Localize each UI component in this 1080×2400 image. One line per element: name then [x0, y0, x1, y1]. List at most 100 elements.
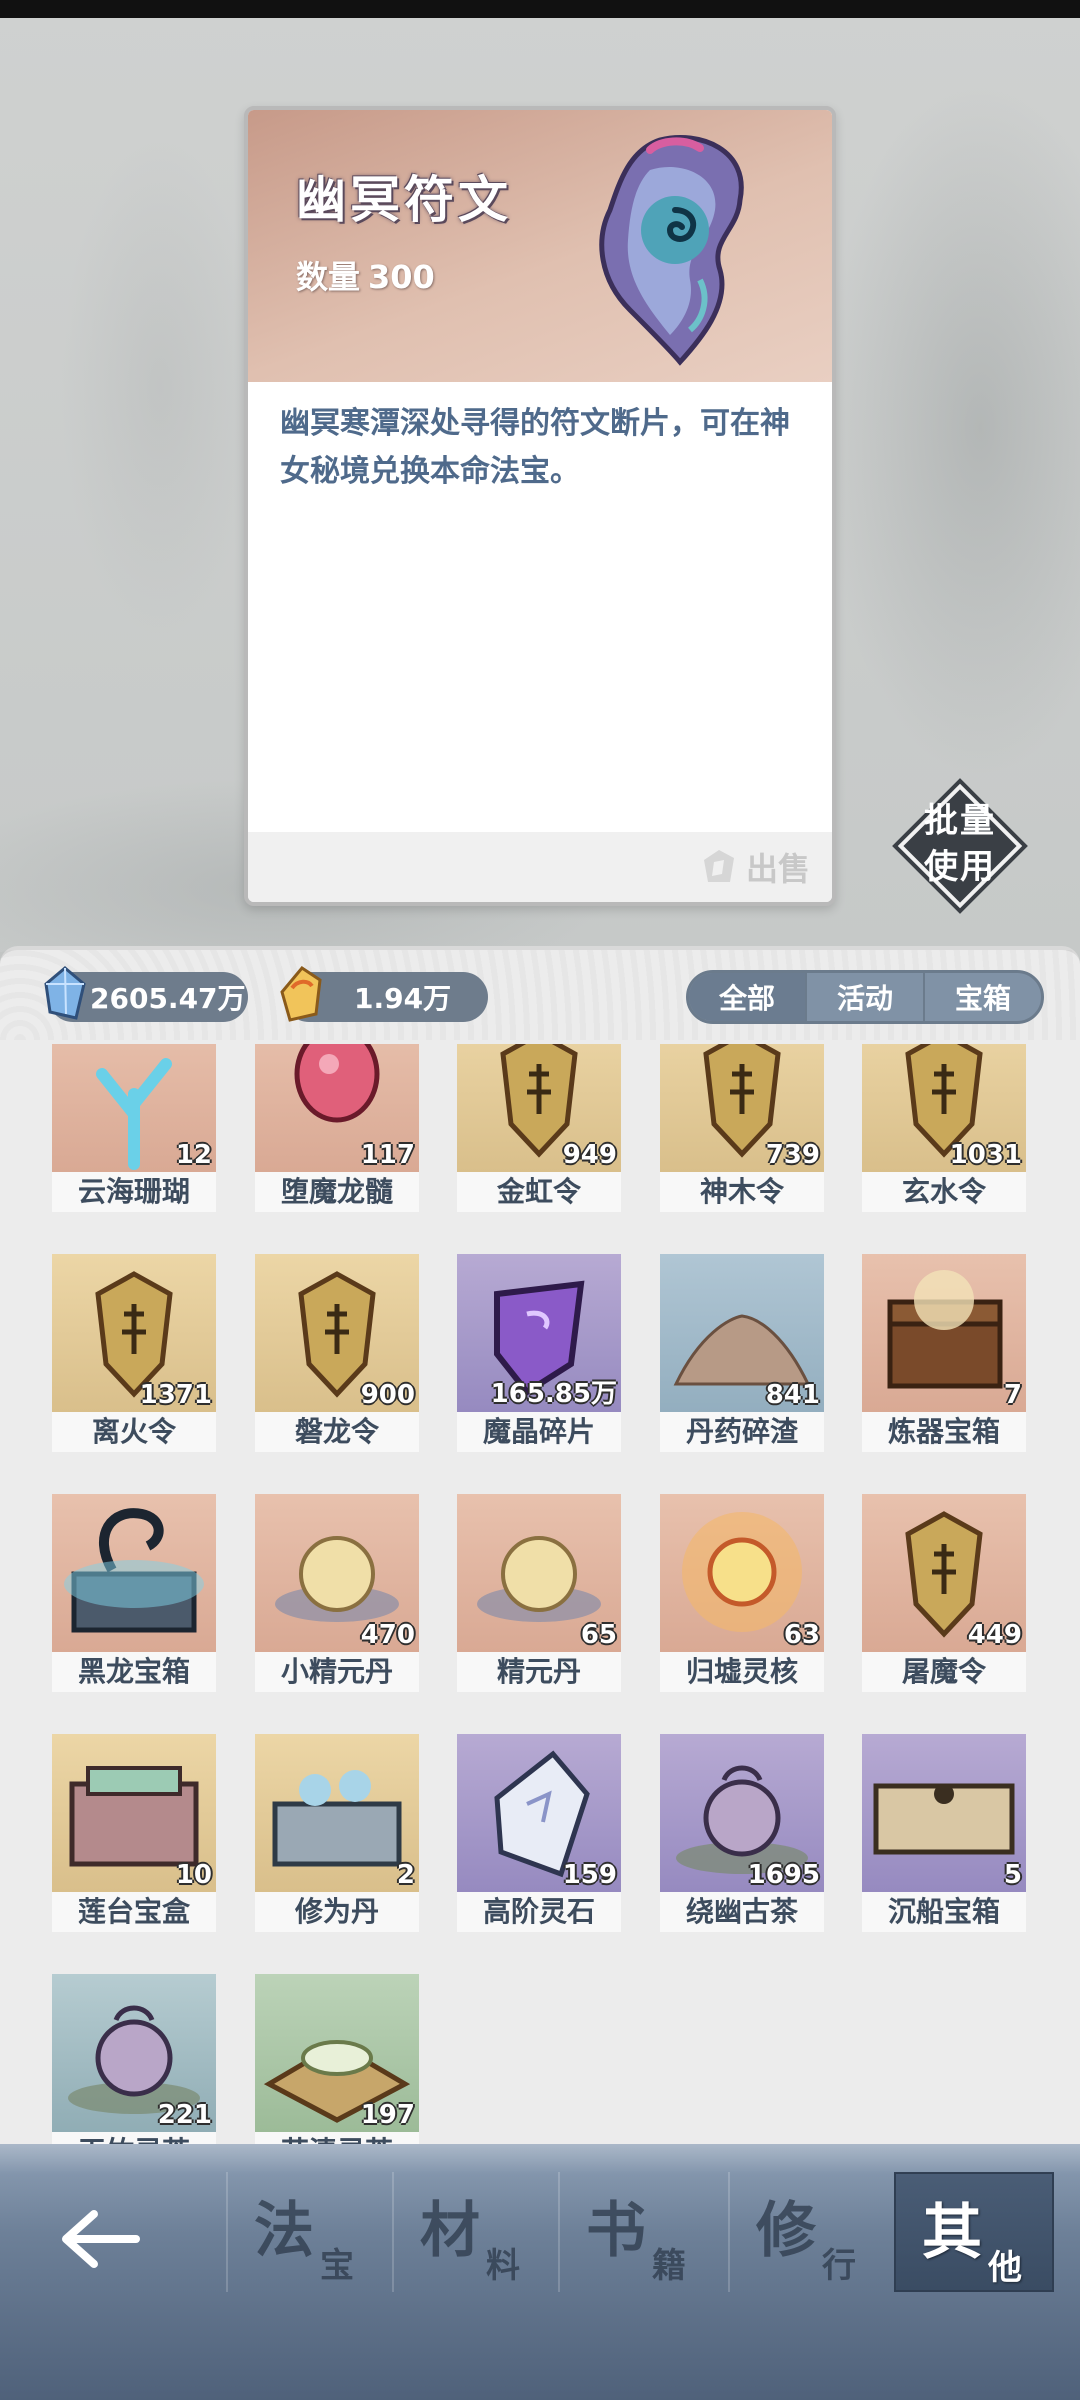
batch-use-label: 批量 使用: [924, 801, 996, 887]
item-name: 玄水令: [862, 1172, 1026, 1212]
inventory-item[interactable]: 10 莲台宝盒: [52, 1734, 216, 1934]
inventory-item[interactable]: 2 修为丹: [255, 1734, 419, 1934]
inventory-item[interactable]: 900 磐龙令: [255, 1254, 419, 1454]
item-name: 归墟灵核: [660, 1652, 824, 1692]
inventory-item[interactable]: 63 归墟灵核: [660, 1494, 824, 1694]
inventory-item[interactable]: 65 精元丹: [457, 1494, 621, 1694]
inventory-item[interactable]: 7 炼器宝箱: [862, 1254, 1026, 1454]
item-name: 魔晶碎片: [457, 1412, 621, 1452]
inventory-item[interactable]: 5 沉船宝箱: [862, 1734, 1026, 1934]
item-description: 幽冥寒潭深处寻得的符文断片，可在神女秘境兑换本命法宝。: [280, 406, 790, 489]
nav-tab-books[interactable]: 书籍: [558, 2172, 718, 2292]
item-thumbnail: 5: [862, 1734, 1026, 1892]
nav-tab-treasure[interactable]: 法宝: [226, 2172, 386, 2292]
item-thumbnail: 841: [660, 1254, 824, 1412]
crystal-amount: 2605.47万: [90, 982, 246, 1015]
item-name: 精元丹: [457, 1652, 621, 1692]
gold-amount: 1.94万: [354, 982, 452, 1015]
gold-stone-icon: [280, 966, 322, 1022]
item-name: 沉船宝箱: [862, 1892, 1026, 1932]
item-thumbnail: 63: [660, 1494, 824, 1652]
item-grid-scroll[interactable]: 12 云海珊瑚 117 堕魔龙髓 949 金虹令 739 神木令 1031 玄水令 1371 离火令 9…: [0, 1044, 1080, 2150]
inventory-item[interactable]: 1371 离火令: [52, 1254, 216, 1454]
item-thumbnail: 159: [457, 1734, 621, 1892]
inventory-item[interactable]: 221玉竹灵茶: [52, 1974, 216, 2150]
dragon-chest-icon: [64, 1508, 204, 1633]
item-name: 小精元丹: [255, 1652, 419, 1692]
item-count: 5: [1003, 1860, 1022, 1890]
item-count: 63: [783, 1620, 820, 1650]
nav-tab-materials[interactable]: 材料: [392, 2172, 552, 2292]
sell-label: 出售: [745, 850, 810, 888]
filter-tabs: 全部 活动 宝箱: [686, 970, 1044, 1024]
inventory-item[interactable]: 12 云海珊瑚: [52, 1044, 216, 1214]
item-thumbnail: 470: [255, 1494, 419, 1652]
nav-tab-other[interactable]: 其他: [894, 2172, 1054, 2292]
item-name: 高阶灵石: [457, 1892, 621, 1932]
item-count: 12: [175, 1140, 212, 1170]
item-thumbnail: 12: [52, 1044, 216, 1172]
item-name: 金虹令: [457, 1172, 621, 1212]
filter-tab-all[interactable]: 全部: [689, 973, 805, 1021]
nav-tab-cultivation[interactable]: 修行: [728, 2172, 888, 2292]
item-thumbnail: 10: [52, 1734, 216, 1892]
item-count: 949: [562, 1140, 617, 1170]
inventory-item[interactable]: 949 金虹令: [457, 1044, 621, 1214]
item-count: 165.85万: [490, 1379, 617, 1409]
item-detail-header: 幽冥符文 数量 300: [248, 110, 832, 382]
item-count: 65: [580, 1620, 617, 1650]
wood-chest-icon: [873, 1783, 1015, 1855]
batch-use-button[interactable]: 批量 使用: [894, 780, 1026, 912]
rune-artwork-icon: [599, 135, 744, 366]
inventory-item[interactable]: 449 屠魔令: [862, 1494, 1026, 1694]
item-count: 221: [157, 2100, 212, 2130]
item-count: 841: [765, 1380, 820, 1410]
inventory-item[interactable]: 739 神木令: [660, 1044, 824, 1214]
item-thumbnail: 117: [255, 1044, 419, 1172]
quantity-value: 300: [368, 258, 435, 296]
inventory-item[interactable]: 117 堕魔龙髓: [255, 1044, 419, 1214]
chest-icon: [887, 1270, 1003, 1389]
item-thumbnail: 2: [255, 1734, 419, 1892]
item-thumbnail: [52, 1494, 216, 1652]
pill-box-icon: [272, 1770, 402, 1867]
sell-button[interactable]: 出售: [700, 842, 810, 892]
item-thumbnail: 449: [862, 1494, 1026, 1652]
item-name: 黑龙宝箱: [52, 1652, 216, 1692]
inventory-item[interactable]: 841 丹药碎渣: [660, 1254, 824, 1454]
status-bar: [0, 0, 1080, 18]
item-count: 739: [765, 1140, 820, 1170]
bottom-navigation: 法宝 材料 书籍 修行 其他: [0, 2144, 1080, 2400]
item-count: 1695: [747, 1860, 820, 1890]
crystal-currency: 2605.47万: [44, 966, 248, 1022]
item-detail-footer: 出售: [248, 832, 832, 902]
back-arrow-icon[interactable]: [54, 2204, 144, 2274]
item-count: 10: [175, 1860, 212, 1890]
item-thumbnail: 949: [457, 1044, 621, 1172]
item-count: 2: [396, 1860, 415, 1890]
item-thumbnail: 65: [457, 1494, 621, 1652]
item-thumbnail: 7: [862, 1254, 1026, 1412]
inventory-item[interactable]: 159 高阶灵石: [457, 1734, 621, 1934]
item-thumbnail: 900: [255, 1254, 419, 1412]
inventory-panel: 2605.47万 1.94万 全部 活动 宝箱 12 云海珊瑚 117 堕魔龙髓 949…: [0, 946, 1080, 2160]
item-thumbnail: 739: [660, 1044, 824, 1172]
item-count: 470: [360, 1620, 415, 1650]
item-name: 屠魔令: [862, 1652, 1026, 1692]
item-thumbnail: 165.85万: [457, 1254, 621, 1412]
item-name: 炼器宝箱: [862, 1412, 1026, 1452]
inventory-item[interactable]: 1031 玄水令: [862, 1044, 1026, 1214]
item-count: 197: [360, 2100, 415, 2130]
inventory-item[interactable]: 165.85万 魔晶碎片: [457, 1254, 621, 1454]
item-name: 离火令: [52, 1412, 216, 1452]
item-count: 449: [967, 1620, 1022, 1650]
inventory-item[interactable]: 197花清灵茶: [255, 1974, 419, 2150]
item-name: 神木令: [660, 1172, 824, 1212]
filter-tab-chest[interactable]: 宝箱: [923, 973, 1041, 1021]
filter-tab-event[interactable]: 活动: [805, 973, 923, 1021]
blue-crystal-icon: [44, 966, 86, 1020]
inventory-item[interactable]: 1695 绕幽古茶: [660, 1734, 824, 1934]
item-count: 7: [1003, 1380, 1022, 1410]
inventory-item[interactable]: 470 小精元丹: [255, 1494, 419, 1694]
inventory-item[interactable]: 黑龙宝箱: [52, 1494, 216, 1694]
